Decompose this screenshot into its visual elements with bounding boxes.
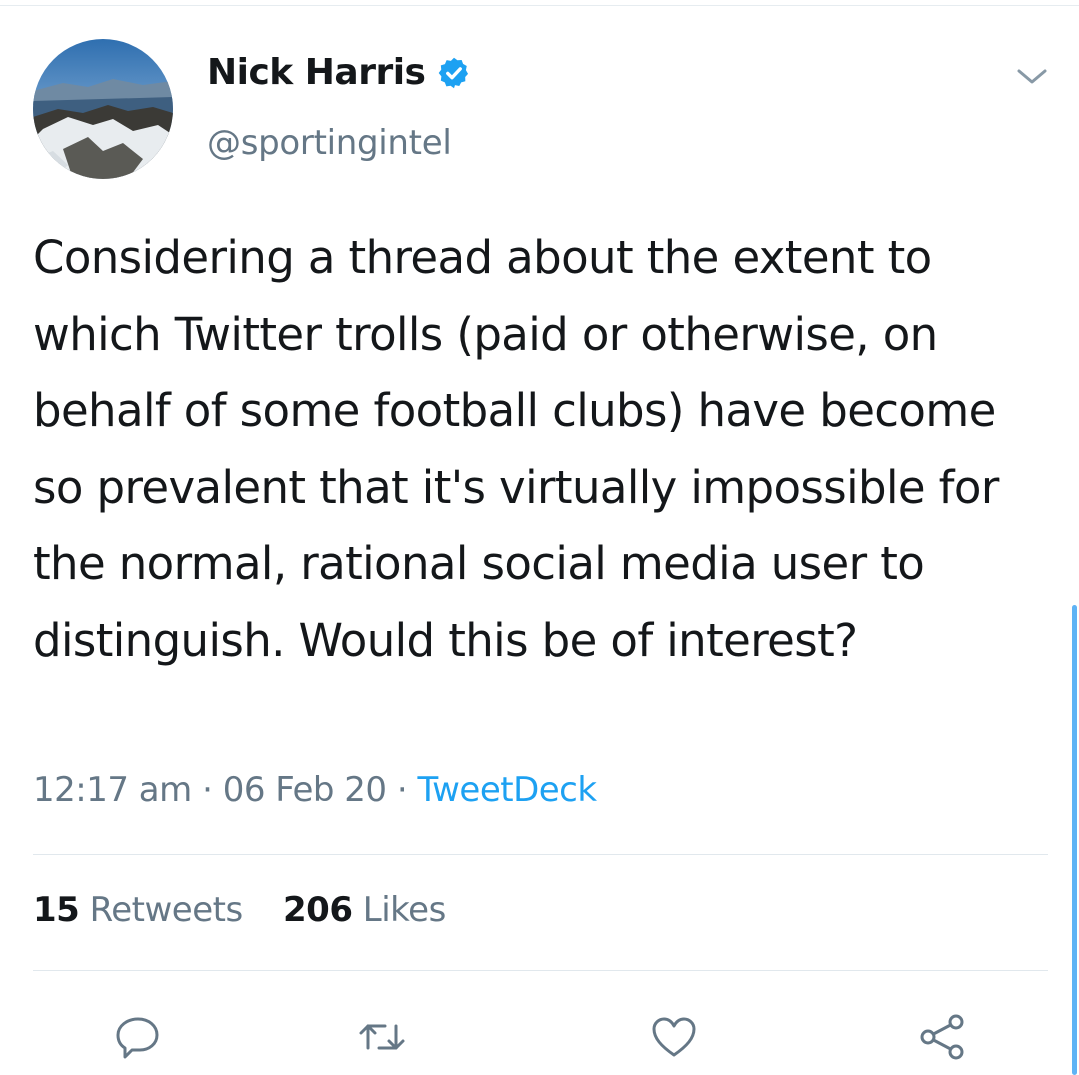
likes-count: 206 [283,890,353,930]
handle[interactable]: @sportingintel [207,123,452,163]
retweets-stat[interactable]: 15 Retweets [33,890,243,930]
likes-stat[interactable]: 206 Likes [283,890,446,930]
reply-icon[interactable] [113,1012,163,1062]
top-divider [0,5,1079,6]
divider [33,970,1048,971]
retweets-count: 15 [33,890,80,930]
tweet-stats: 15 Retweets 206 Likes [33,890,446,930]
tweet-date: 06 Feb 20 [222,770,387,810]
retweet-icon[interactable] [357,1012,407,1062]
divider [33,854,1048,855]
avatar[interactable] [33,39,173,179]
heart-icon[interactable] [649,1012,699,1062]
scrollbar[interactable] [1072,605,1077,1075]
tweet-text: Considering a thread about the extent to… [33,231,999,667]
meta-separator: · [202,770,213,810]
author-row: Nick Harris [207,52,471,93]
tweet-source-link[interactable]: TweetDeck [417,770,597,810]
display-name[interactable]: Nick Harris [207,52,426,93]
verified-badge-icon [439,57,469,88]
chevron-down-icon[interactable] [1014,64,1050,88]
retweets-label: Retweets [89,890,244,930]
meta-separator: · [396,770,408,810]
likes-label: Likes [362,890,447,930]
tweet-meta: 12:17 am · 06 Feb 20 · TweetDeck [33,770,597,810]
tweet-time: 12:17 am [33,770,192,810]
share-icon[interactable] [917,1012,967,1062]
